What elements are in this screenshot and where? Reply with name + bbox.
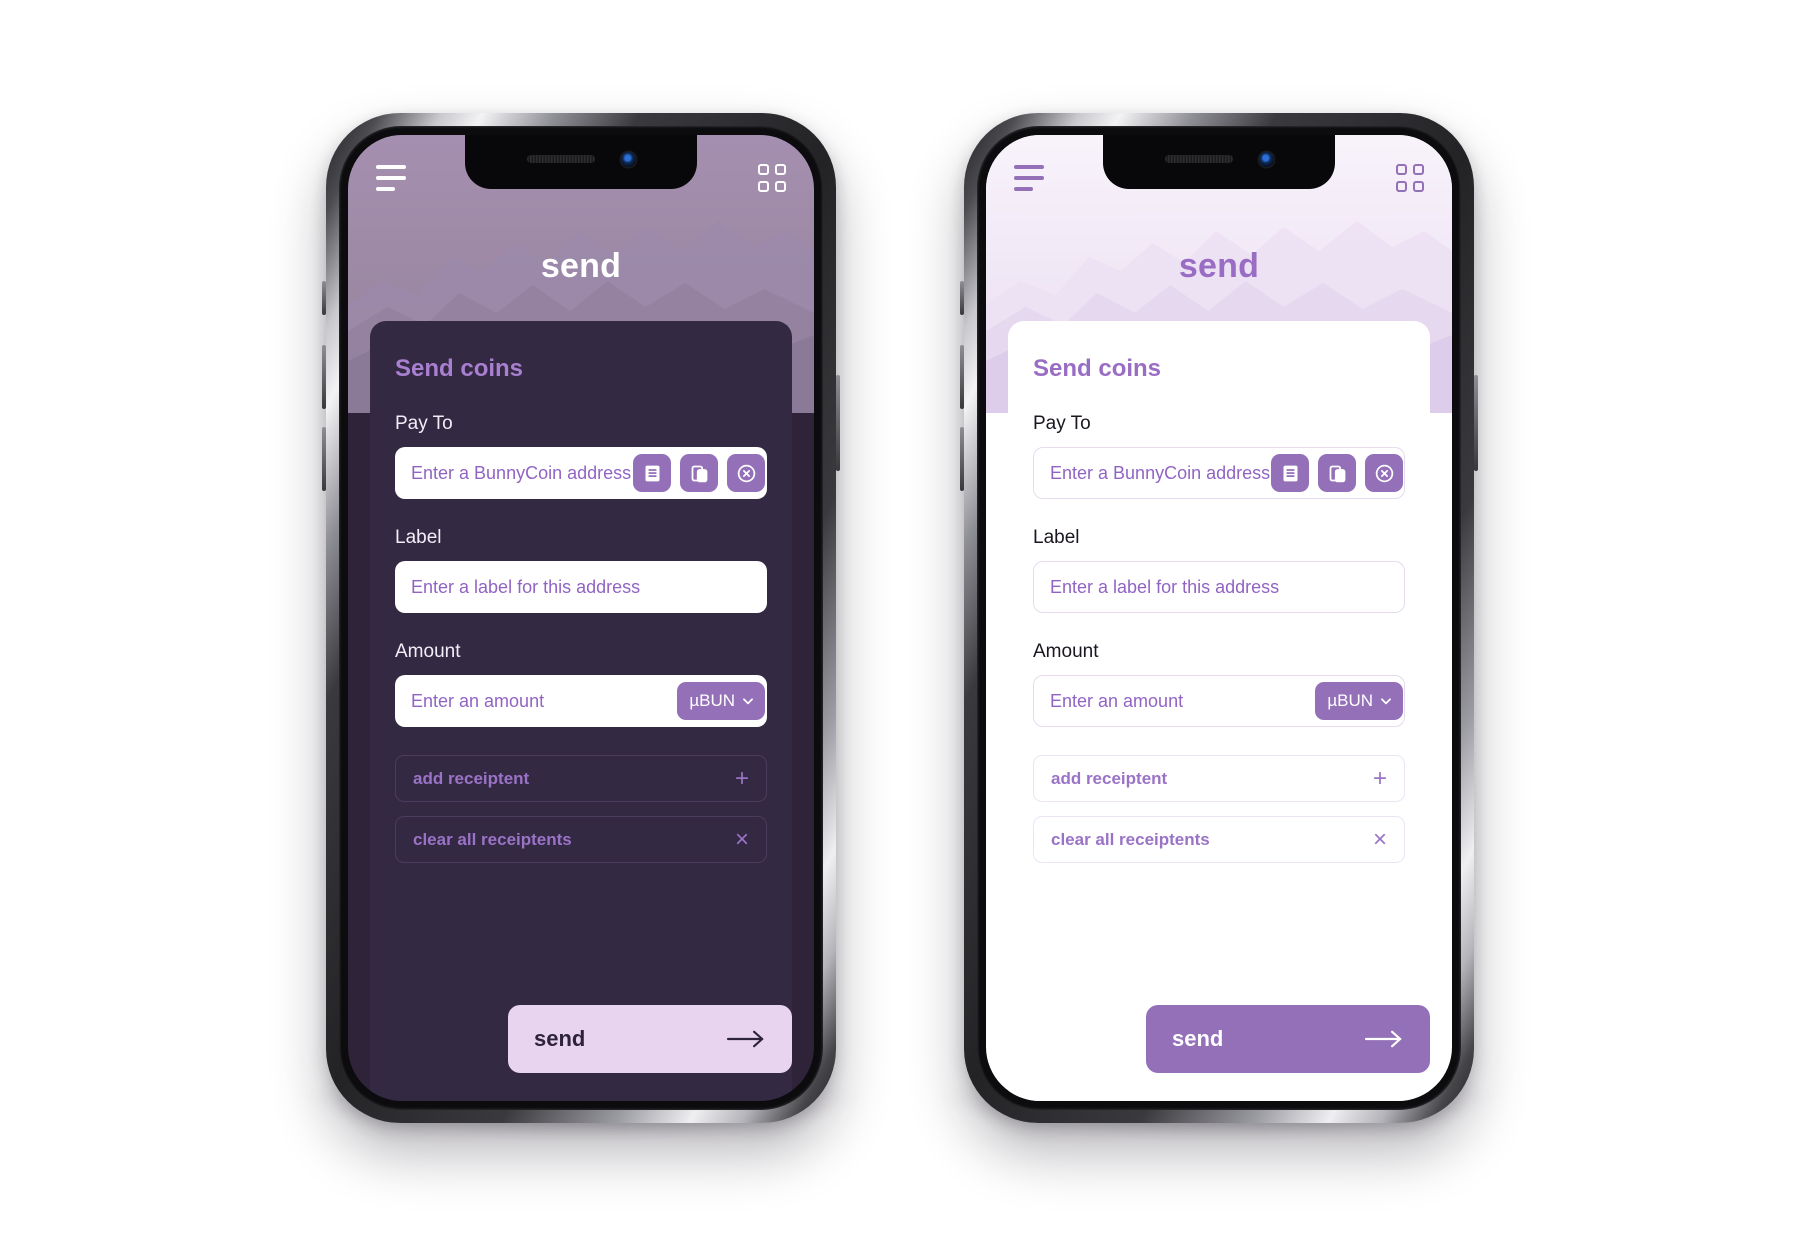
phone-bezel: send Send coins Pay To Enter a BunnyCoin… — [977, 126, 1461, 1110]
send-screen: send Send coins Pay To Enter a BunnyCoin… — [986, 135, 1452, 1101]
volume-up-button[interactable] — [960, 345, 964, 409]
add-receiptent-label: add receiptent — [413, 768, 530, 788]
paste-icon[interactable] — [1318, 454, 1356, 492]
send-button-label: send — [534, 1026, 586, 1051]
power-button[interactable] — [1474, 375, 1478, 471]
label-field-label: Label — [395, 527, 442, 548]
send-button[interactable]: send — [1146, 1005, 1430, 1073]
device-notch — [1103, 135, 1335, 189]
unit-select-value: µBUN — [1327, 691, 1373, 710]
phone-mockup-stage: send Send coins Pay To Enter a BunnyCoin… — [0, 0, 1800, 1236]
phone-screen: send Send coins Pay To Enter a BunnyCoin… — [348, 135, 814, 1101]
hamburger-menu-icon[interactable] — [1014, 165, 1044, 191]
amount-field-group: µBUN — [395, 675, 767, 727]
clear-receiptents-label: clear all receiptents — [413, 829, 572, 849]
dark-theme-phone: send Send coins Pay To Enter a BunnyCoin… — [322, 113, 840, 1123]
device-notch — [465, 135, 697, 189]
mute-switch[interactable] — [322, 281, 326, 315]
pay-to-field-group — [395, 447, 767, 499]
address-book-icon[interactable] — [633, 454, 671, 492]
paste-icon[interactable] — [680, 454, 718, 492]
volume-down-button[interactable] — [322, 427, 326, 491]
pay-to-actions — [633, 454, 765, 492]
unit-select[interactable]: µBUN — [677, 682, 765, 720]
label-input[interactable] — [395, 561, 767, 613]
send-button-area: send — [395, 1005, 792, 1101]
close-icon: × — [734, 825, 749, 853]
label-field-group — [395, 561, 767, 613]
clear-circle-icon[interactable] — [1365, 454, 1403, 492]
plus-icon: + — [1372, 764, 1387, 792]
volume-down-button[interactable] — [960, 427, 964, 491]
earpiece-speaker — [526, 155, 595, 163]
add-receiptent-button[interactable]: add receiptent + — [395, 755, 767, 802]
front-camera — [1258, 151, 1274, 167]
add-receiptent-label: add receiptent — [1051, 768, 1168, 788]
phone-screen: send Send coins Pay To Enter a BunnyCoin… — [986, 135, 1452, 1101]
send-button-label: send — [1172, 1026, 1224, 1051]
amount-label: Amount — [395, 641, 461, 662]
chevron-down-icon — [1381, 698, 1391, 705]
pay-to-label: Pay To — [1033, 413, 1091, 434]
card-title: Send coins — [1033, 355, 1162, 382]
light-theme-phone: send Send coins Pay To Enter a BunnyCoin… — [960, 113, 1478, 1123]
pay-to-field-group — [1033, 447, 1405, 499]
phone-bezel: send Send coins Pay To Enter a BunnyCoin… — [339, 126, 823, 1110]
clear-receiptents-label: clear all receiptents — [1051, 829, 1210, 849]
label-field-label: Label — [1033, 527, 1080, 548]
grid-apps-icon[interactable] — [1396, 164, 1424, 192]
send-button-area: send — [1033, 1005, 1430, 1101]
clear-receiptents-button[interactable]: clear all receiptents × — [1033, 816, 1405, 863]
power-button[interactable] — [836, 375, 840, 471]
label-field-group — [1033, 561, 1405, 613]
label-input[interactable] — [1033, 561, 1405, 613]
clear-circle-icon[interactable] — [727, 454, 765, 492]
send-coins-card: Send coins Pay To Enter a BunnyCoin addr… — [1008, 321, 1430, 1101]
amount-field-group: µBUN — [1033, 675, 1405, 727]
arrow-right-icon — [1364, 1030, 1402, 1048]
amount-label: Amount — [1033, 641, 1099, 662]
send-screen: send Send coins Pay To Enter a BunnyCoin… — [348, 135, 814, 1101]
unit-select-value: µBUN — [689, 691, 735, 710]
plus-icon: + — [734, 764, 749, 792]
mute-switch[interactable] — [960, 281, 964, 315]
send-coins-card: Send coins Pay To Enter a BunnyCoin addr… — [370, 321, 792, 1101]
add-receiptent-button[interactable]: add receiptent + — [1033, 755, 1405, 802]
earpiece-speaker — [1164, 155, 1233, 163]
clear-receiptents-button[interactable]: clear all receiptents × — [395, 816, 767, 863]
volume-up-button[interactable] — [322, 345, 326, 409]
pay-to-label: Pay To — [395, 413, 453, 434]
page-title: send — [540, 247, 622, 285]
grid-apps-icon[interactable] — [758, 164, 786, 192]
send-button[interactable]: send — [508, 1005, 792, 1073]
chevron-down-icon — [743, 698, 753, 705]
unit-select[interactable]: µBUN — [1315, 682, 1403, 720]
pay-to-actions — [1271, 454, 1403, 492]
arrow-right-icon — [726, 1030, 764, 1048]
close-icon: × — [1372, 825, 1387, 853]
address-book-icon[interactable] — [1271, 454, 1309, 492]
card-title: Send coins — [395, 355, 524, 382]
front-camera — [620, 151, 636, 167]
page-title: send — [1178, 247, 1260, 285]
hamburger-menu-icon[interactable] — [376, 165, 406, 191]
